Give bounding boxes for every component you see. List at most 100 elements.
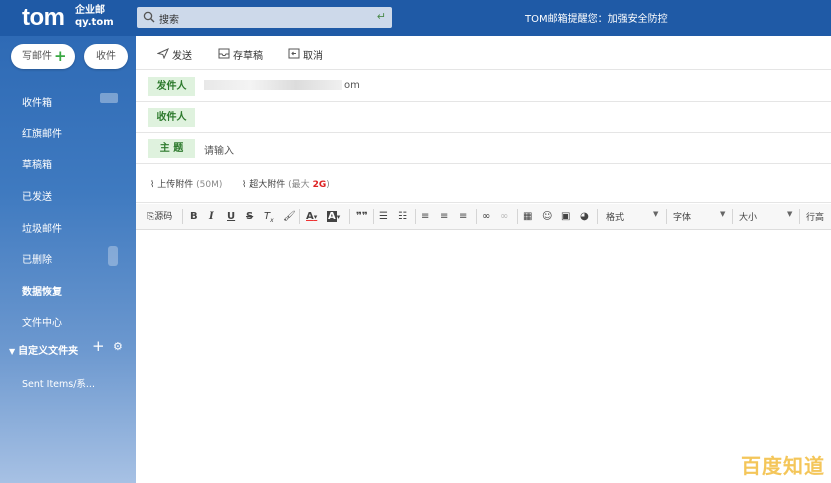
search-icon — [143, 11, 155, 23]
numbered-list-icon[interactable]: ☷ — [398, 210, 407, 224]
to-row: 收件人 — [136, 102, 831, 133]
bullet-list-icon[interactable]: ☰ — [379, 210, 388, 224]
format-label: 格式 — [606, 213, 625, 223]
divider — [732, 209, 733, 224]
italic-icon[interactable]: I — [209, 210, 214, 224]
subject-input[interactable]: 请输入 — [204, 142, 234, 157]
align-center-icon[interactable]: ≡ — [440, 210, 448, 224]
top-bar: tom 企业邮 qy.tom 搜索 ↵ TOM邮箱提醒您：加强安全防控 — [0, 0, 831, 36]
link-icon[interactable]: ∞ — [482, 210, 490, 224]
upload-attachment-link[interactable]: ⌇ 上传附件 (50M) — [150, 177, 222, 190]
table-icon[interactable]: ▦ — [523, 210, 532, 224]
sidebar-item-spam[interactable]: 垃圾邮件 — [22, 220, 62, 235]
logo-sub-line1: 企业邮 — [75, 5, 105, 16]
blurred-address — [204, 80, 342, 90]
image-icon[interactable]: ▣ — [561, 210, 570, 224]
caret-down-icon: ▼ — [653, 210, 659, 218]
big-limit-prefix: (最大 — [288, 180, 310, 190]
compose-toolbar: 发送 存草稿 取消 — [136, 36, 831, 70]
bold-icon[interactable]: B — [190, 210, 198, 224]
from-value-suffix: om — [344, 80, 360, 91]
big-attachment-link[interactable]: ⌇ 超大附件 (最大 2G) — [242, 177, 330, 190]
to-input[interactable] — [204, 111, 804, 125]
from-row: 发件人 om — [136, 71, 831, 102]
sidebar-item-file-center[interactable]: 文件中心 — [22, 314, 62, 329]
paperclip-icon: ⌇ — [242, 180, 247, 190]
compose-button[interactable]: 写邮件 + — [11, 44, 75, 69]
custom-folders-header[interactable]: ▼ 自定义文件夹 — [9, 342, 78, 357]
plus-icon: + — [54, 47, 67, 65]
baidu-zhidao-watermark: 百度知道 — [741, 454, 825, 478]
save-draft-button[interactable]: 存草稿 — [218, 47, 263, 62]
caret-down-icon: ▼ — [787, 210, 793, 218]
sidebar-item-deleted[interactable]: 已删除 — [22, 251, 52, 266]
sidebar-scrollbar[interactable] — [108, 246, 118, 266]
sidebar-item-sent-items[interactable]: Sent Items/系... — [22, 376, 95, 390]
divider — [182, 209, 183, 224]
draft-icon — [218, 48, 230, 59]
gear-icon[interactable]: ⚙ — [113, 340, 123, 353]
divider — [597, 209, 598, 224]
align-left-icon[interactable]: ≡ — [421, 210, 429, 224]
custom-folders-label: 自定义文件夹 — [18, 346, 79, 357]
cancel-label: 取消 — [303, 51, 323, 62]
emoji-icon[interactable]: ☺ — [542, 210, 552, 224]
from-label: 发件人 — [148, 77, 195, 96]
size-label: 大小 — [739, 213, 758, 223]
sidebar: 写邮件 + 收件 收件箱 红旗邮件 草稿箱 已发送 垃圾邮件 已删除 数据恢复 … — [0, 36, 136, 483]
quote-icon[interactable]: ❞❞ — [356, 210, 368, 224]
cancel-button[interactable]: 取消 — [288, 47, 323, 62]
divider — [476, 209, 477, 224]
cancel-icon — [288, 48, 300, 59]
size-dropdown[interactable]: 大小 ▼ — [739, 210, 794, 223]
upload-limit: (50M) — [196, 180, 223, 190]
enter-icon[interactable]: ↵ — [377, 10, 386, 23]
from-value[interactable]: om — [204, 80, 360, 91]
source-label: 源码 — [154, 212, 173, 222]
font-color-icon[interactable]: A▾ — [306, 210, 317, 224]
font-label: 字体 — [673, 213, 692, 223]
message-editor[interactable] — [136, 230, 831, 483]
upload-label: 上传附件 — [157, 180, 194, 190]
sidebar-item-inbox[interactable]: 收件箱 — [22, 94, 52, 109]
format-dropdown[interactable]: 格式 ▼ — [606, 210, 660, 223]
clear-format-icon[interactable]: Tx — [264, 210, 274, 224]
format-painter-icon[interactable]: 🖌 — [283, 210, 296, 224]
font-dropdown[interactable]: 字体 ▼ — [673, 210, 727, 223]
big-limit-value: 2G — [312, 180, 327, 190]
divider — [666, 209, 667, 224]
search-input[interactable]: 搜索 ↵ — [137, 7, 392, 28]
compass-icon[interactable]: ◕ — [580, 210, 589, 224]
sidebar-item-sent[interactable]: 已发送 — [22, 188, 52, 203]
source-button[interactable]: ⎘源码 — [147, 210, 172, 224]
editor-toolbar: ⎘源码 B I U S Tx 🖌 A▾ A▾ ❞❞ ☰ ☷ ≡ ≡ ≡ ∞ ∞ … — [136, 204, 831, 230]
receive-button[interactable]: 收件 — [84, 44, 128, 69]
divider — [517, 209, 518, 224]
security-notice[interactable]: TOM邮箱提醒您：加强安全防控 — [525, 10, 668, 25]
line-height-dropdown[interactable]: 行高 — [806, 210, 824, 223]
caret-down-icon: ▼ — [9, 347, 16, 356]
divider — [349, 209, 350, 224]
tom-logo[interactable]: tom — [22, 4, 65, 32]
unlink-icon[interactable]: ∞ — [500, 210, 508, 224]
sidebar-item-flagged[interactable]: 红旗邮件 — [22, 125, 62, 140]
add-folder-icon[interactable]: + — [92, 337, 105, 355]
unread-badge — [100, 93, 118, 103]
compose-label: 写邮件 — [22, 51, 52, 62]
divider — [299, 209, 300, 224]
to-label: 收件人 — [148, 108, 195, 127]
send-button[interactable]: 发送 — [157, 47, 192, 62]
sidebar-item-data-recovery[interactable]: 数据恢复 — [22, 283, 62, 298]
subject-label: 主 题 — [148, 139, 195, 158]
big-limit-suffix: ) — [326, 180, 330, 190]
strikethrough-icon[interactable]: S — [246, 210, 253, 224]
logo-subtitle: 企业邮 qy.tom — [75, 5, 114, 29]
divider — [415, 209, 416, 224]
draft-label: 存草稿 — [233, 51, 263, 62]
big-attachment-label: 超大附件 — [249, 180, 286, 190]
align-right-icon[interactable]: ≡ — [459, 210, 467, 224]
paperclip-icon: ⌇ — [150, 180, 155, 190]
sidebar-item-drafts[interactable]: 草稿箱 — [22, 156, 52, 171]
background-color-icon[interactable]: A▾ — [327, 210, 340, 224]
underline-icon[interactable]: U — [227, 210, 235, 224]
